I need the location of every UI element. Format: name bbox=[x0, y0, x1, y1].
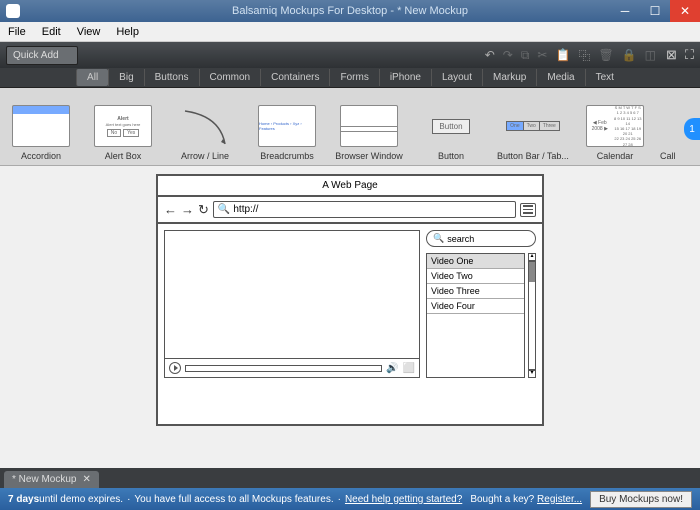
cat-layout[interactable]: Layout bbox=[431, 69, 482, 86]
cat-all[interactable]: All bbox=[76, 69, 108, 86]
cat-media[interactable]: Media bbox=[536, 69, 584, 86]
window-title: Balsamiq Mockups For Desktop - * New Moc… bbox=[232, 5, 468, 17]
scrollbar-mockup[interactable]: ▴ ▾ bbox=[528, 253, 536, 378]
close-button[interactable]: ✕ bbox=[670, 0, 700, 22]
lib-alertbox[interactable]: Alert Alert text goes here NoYes Alert B… bbox=[82, 88, 164, 165]
help-link[interactable]: Need help getting started? bbox=[345, 494, 462, 505]
cat-text[interactable]: Text bbox=[585, 69, 624, 86]
mockup-body: 🔊 ⬜ 🔍search Video One Video Two Video Th… bbox=[158, 224, 542, 384]
app-icon bbox=[6, 4, 20, 18]
register-link[interactable]: Register... bbox=[537, 494, 582, 505]
list-item[interactable]: Video One bbox=[427, 254, 524, 269]
group-icon[interactable]: ◫ bbox=[645, 48, 656, 62]
hamburger-icon[interactable] bbox=[520, 203, 536, 217]
menu-file[interactable]: File bbox=[0, 26, 34, 38]
cat-containers[interactable]: Containers bbox=[260, 69, 329, 86]
buy-button[interactable]: Buy Mockups now! bbox=[590, 491, 692, 508]
lib-browser[interactable]: Browser Window bbox=[328, 88, 410, 165]
scroll-thumb[interactable] bbox=[529, 262, 535, 282]
cat-buttons[interactable]: Buttons bbox=[144, 69, 199, 86]
maximize-button[interactable]: ☐ bbox=[640, 0, 670, 22]
browser-window-mockup[interactable]: A Web Page ← → ↻ 🔍http:// 🔊 ⬜ 🔍search bbox=[156, 174, 544, 426]
forward-icon[interactable]: → bbox=[181, 202, 194, 217]
search-icon: 🔍 bbox=[433, 233, 444, 244]
close-panel-icon[interactable]: ⊠ bbox=[666, 47, 677, 63]
toolbar-actions: ↶ ↷ ⧉ ✂ 📋 ⿻ 🗑 🔒 ◫ bbox=[485, 47, 656, 64]
video-player-mockup[interactable]: 🔊 ⬜ bbox=[164, 230, 420, 378]
fullscreen-video-icon[interactable]: ⬜ bbox=[403, 363, 415, 374]
url-field[interactable]: 🔍http:// bbox=[213, 201, 516, 218]
menu-help[interactable]: Help bbox=[108, 26, 147, 38]
cat-markup[interactable]: Markup bbox=[482, 69, 536, 86]
quick-add-input[interactable]: Quick Add bbox=[6, 46, 78, 65]
lib-arrow[interactable]: Arrow / Line bbox=[164, 88, 246, 165]
lib-buttonbar[interactable]: OneTwoThree Button Bar / Tab... bbox=[492, 88, 574, 165]
reload-icon[interactable]: ↻ bbox=[198, 202, 209, 218]
video-controls: 🔊 ⬜ bbox=[165, 358, 419, 377]
cut-icon[interactable]: ✂ bbox=[537, 48, 547, 62]
toolbar-right: ⊠ ⛶ bbox=[666, 47, 694, 63]
mockup-sidebar: 🔍search Video One Video Two Video Three … bbox=[426, 230, 536, 378]
back-icon[interactable]: ← bbox=[164, 202, 177, 217]
canvas[interactable]: A Web Page ← → ↻ 🔍http:// 🔊 ⬜ 🔍search bbox=[0, 166, 700, 468]
progress-bar[interactable] bbox=[185, 365, 382, 372]
statusbar: 7 days until demo expires. · You have fu… bbox=[0, 488, 700, 510]
mockup-nav: ← → ↻ 🔍http:// bbox=[158, 197, 542, 224]
scroll-down-icon[interactable]: ▾ bbox=[528, 370, 536, 378]
volume-icon[interactable]: 🔊 bbox=[386, 363, 398, 374]
lib-calendar[interactable]: ◀ Feb 2008 ▶S M T W T F S1 2 3 4 5 6 78 … bbox=[574, 88, 656, 165]
menu-edit[interactable]: Edit bbox=[34, 26, 69, 38]
window-buttons: ─ ☐ ✕ bbox=[610, 0, 700, 22]
cat-big[interactable]: Big bbox=[108, 69, 143, 86]
category-bar: All Big Buttons Common Containers Forms … bbox=[0, 68, 700, 88]
mockup-title: A Web Page bbox=[158, 176, 542, 197]
paste-icon[interactable]: 📋 bbox=[555, 48, 570, 62]
minimize-button[interactable]: ─ bbox=[610, 0, 640, 22]
undo-icon[interactable]: ↶ bbox=[485, 48, 495, 62]
menubar: File Edit View Help bbox=[0, 22, 700, 42]
titlebar: Balsamiq Mockups For Desktop - * New Moc… bbox=[0, 0, 700, 22]
component-library: Accordion Alert Alert text goes here NoY… bbox=[0, 88, 700, 166]
redo-icon[interactable]: ↷ bbox=[503, 48, 513, 62]
close-tab-icon[interactable]: ✕ bbox=[82, 474, 90, 485]
duplicate-icon[interactable]: ⿻ bbox=[578, 47, 590, 64]
list-item[interactable]: Video Four bbox=[427, 299, 524, 314]
lib-button[interactable]: Button Button bbox=[410, 88, 492, 165]
cat-common[interactable]: Common bbox=[199, 69, 261, 86]
delete-icon[interactable]: 🗑 bbox=[598, 48, 613, 62]
copy-icon[interactable]: ⧉ bbox=[521, 48, 530, 63]
cat-iphone[interactable]: iPhone bbox=[379, 69, 431, 86]
document-tabs: * New Mockup ✕ bbox=[0, 468, 700, 488]
list-item[interactable]: Video Two bbox=[427, 269, 524, 284]
list-item[interactable]: Video Three bbox=[427, 284, 524, 299]
lib-accordion[interactable]: Accordion bbox=[0, 88, 82, 165]
scroll-up-icon[interactable]: ▴ bbox=[528, 253, 536, 261]
toolbar: Quick Add ↶ ↷ ⧉ ✂ 📋 ⿻ 🗑 🔒 ◫ ⊠ ⛶ bbox=[0, 42, 700, 68]
search-input-mockup[interactable]: 🔍search bbox=[426, 230, 536, 247]
menu-view[interactable]: View bbox=[69, 26, 109, 38]
fullscreen-icon[interactable]: ⛶ bbox=[685, 47, 694, 63]
video-area bbox=[165, 231, 419, 358]
play-icon[interactable] bbox=[169, 362, 181, 374]
lib-breadcrumbs[interactable]: Home › Products › Xyz › Features Breadcr… bbox=[246, 88, 328, 165]
lock-icon[interactable]: 🔒 bbox=[622, 48, 637, 62]
video-list-mockup[interactable]: Video One Video Two Video Three Video Fo… bbox=[426, 253, 525, 378]
library-badge[interactable]: 1 bbox=[684, 118, 700, 140]
search-icon: 🔍 bbox=[218, 204, 230, 215]
lib-callout[interactable]: Call bbox=[656, 88, 686, 165]
cat-forms[interactable]: Forms bbox=[329, 69, 378, 86]
doc-tab[interactable]: * New Mockup ✕ bbox=[4, 471, 99, 488]
